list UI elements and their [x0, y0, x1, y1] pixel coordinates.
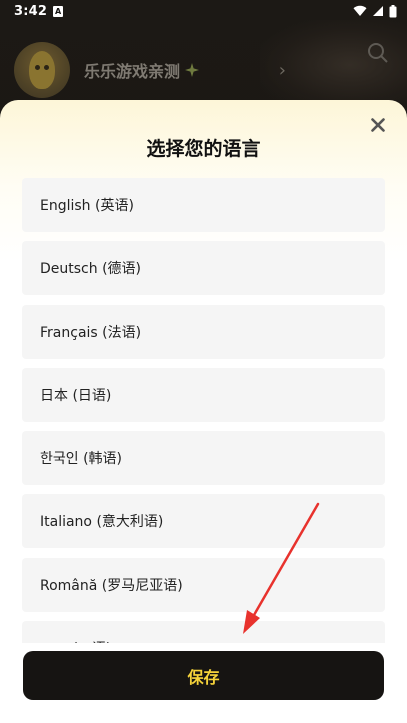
banana-avatar-icon [29, 51, 55, 89]
language-option-german[interactable]: Deutsch (德语) [22, 241, 385, 296]
sheet-title: 选择您的语言 [146, 138, 261, 160]
profile-name: 乐乐游戏亲测 [84, 62, 181, 81]
status-time: 3:42 [14, 3, 48, 19]
language-list[interactable]: English (英语) Deutsch (德语) Français (法语) … [22, 178, 385, 643]
status-bar: 3:42 A [0, 0, 407, 22]
language-sheet: 选择您的语言 English (英语) Deutsch (德语) Françai… [0, 100, 407, 723]
language-option-partial[interactable]: …… (…语) [22, 621, 385, 643]
profile-row: 乐乐游戏亲测 › [14, 42, 394, 98]
save-button[interactable]: 保存 [23, 651, 384, 700]
sparkle-icon [185, 63, 200, 77]
notification-icon: A [53, 5, 64, 17]
language-option-english[interactable]: English (英语) [22, 178, 385, 232]
chevron-right-icon: › [278, 59, 286, 81]
signal-icon [373, 6, 383, 16]
search-icon [368, 43, 388, 63]
language-option-romanian[interactable]: Română (罗马尼亚语) [22, 557, 385, 612]
close-button[interactable] [367, 114, 389, 136]
close-icon [371, 118, 385, 132]
language-option-korean[interactable]: 한국인 (韩语) [22, 431, 385, 486]
avatar [14, 42, 70, 98]
battery-icon [389, 4, 397, 17]
language-option-japanese[interactable]: 日本 (日语) [22, 367, 385, 422]
wifi-icon [353, 5, 367, 17]
language-option-french[interactable]: Français (法语) [22, 304, 385, 359]
language-option-italian[interactable]: Italiano (意大利语) [22, 494, 385, 549]
